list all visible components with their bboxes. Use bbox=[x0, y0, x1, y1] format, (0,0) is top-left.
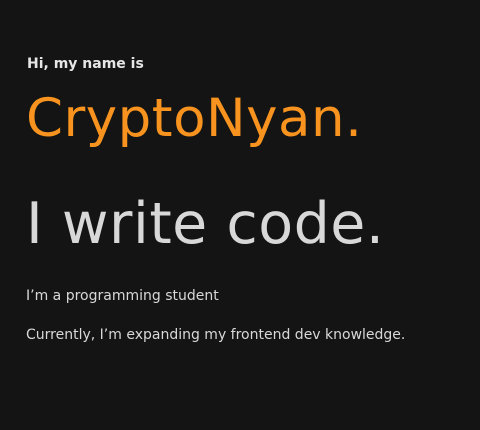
description-student: I’m a programming student bbox=[26, 288, 219, 304]
description-current: Currently, I’m expanding my frontend dev… bbox=[26, 327, 406, 343]
greeting-text: Hi, my name is bbox=[27, 56, 144, 72]
tagline-heading: I write code. bbox=[26, 191, 385, 257]
hero-section: Hi, my name is CryptoNyan. I write code.… bbox=[0, 0, 480, 430]
name-heading: CryptoNyan. bbox=[26, 88, 363, 149]
